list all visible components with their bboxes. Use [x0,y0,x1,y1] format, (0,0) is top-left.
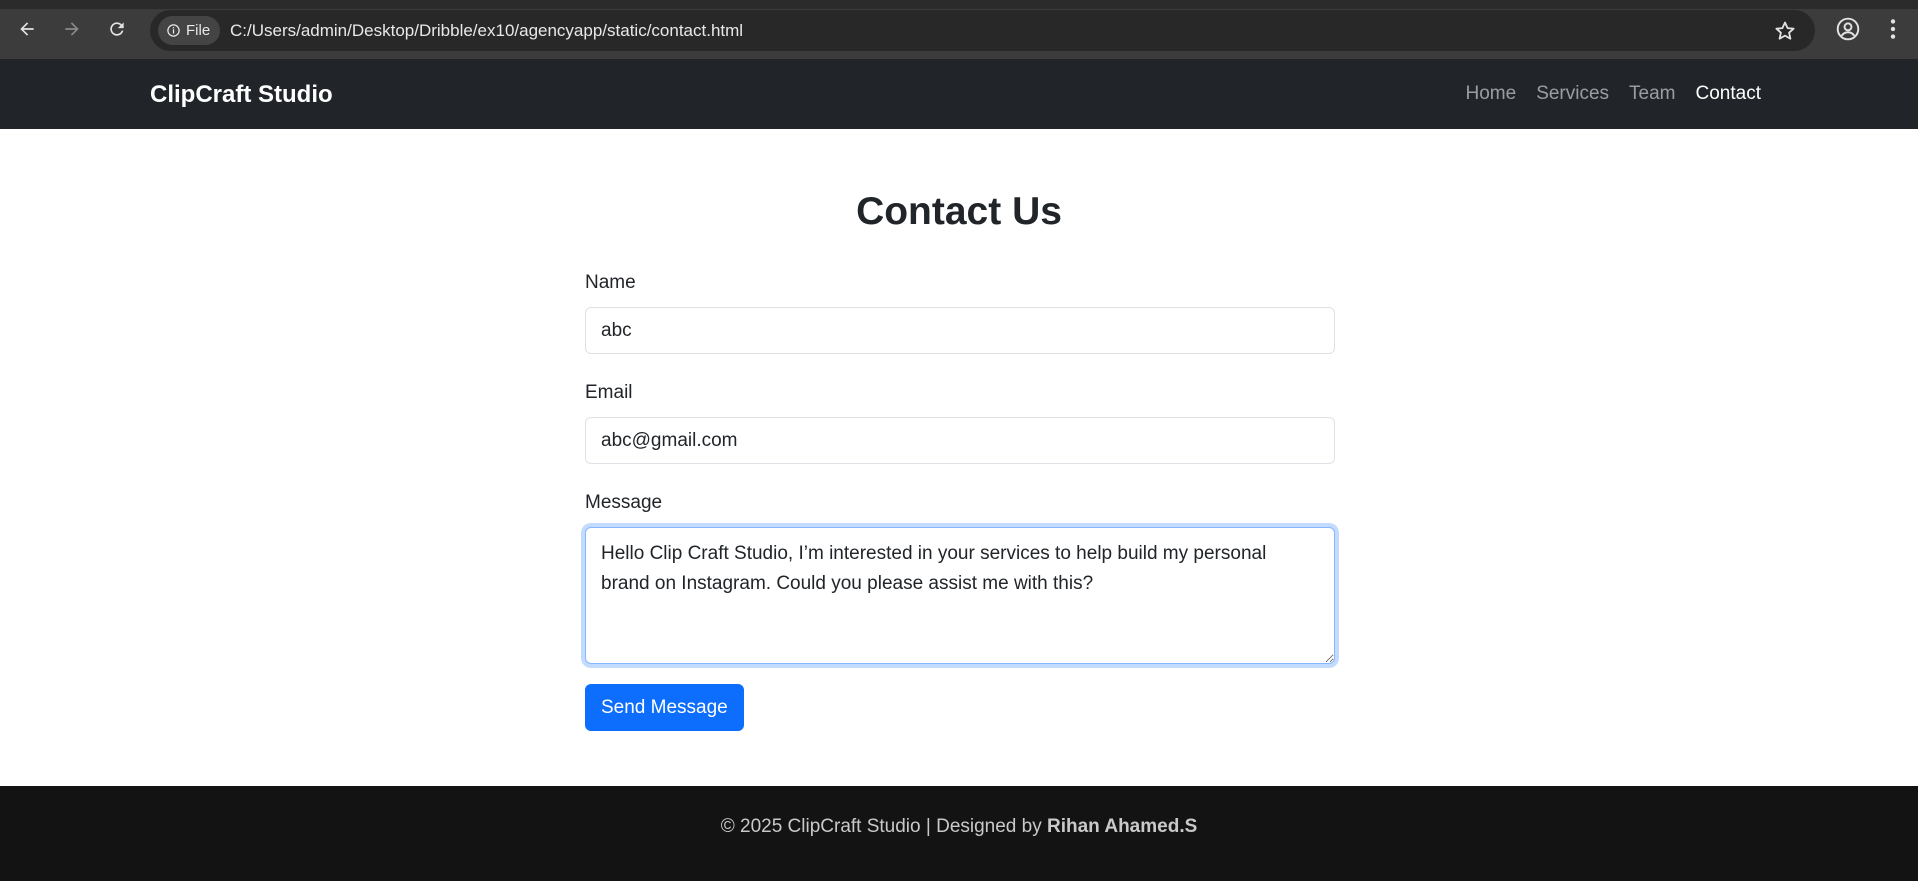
reload-button[interactable] [102,14,132,44]
address-bar[interactable]: File C:/Users/admin/Desktop/Dribble/ex10… [150,10,1815,51]
url-text[interactable]: C:/Users/admin/Desktop/Dribble/ex10/agen… [230,21,743,41]
back-button[interactable] [12,14,42,44]
site-navbar: ClipCraft Studio Home Services Team Cont… [0,59,1918,129]
nav-link-services[interactable]: Services [1536,83,1609,105]
footer-copyright: © 2025 ClipCraft Studio | Designed by Ri… [0,816,1918,838]
bookmark-star-icon[interactable] [1773,19,1797,43]
forward-button[interactable] [57,14,87,44]
contact-form: Name Email Message Hello Clip Craft Stud… [585,270,1335,731]
message-textarea[interactable]: Hello Clip Craft Studio, I’m interested … [585,527,1335,664]
site-footer: © 2025 ClipCraft Studio | Designed by Ri… [0,786,1918,881]
site-info-chip[interactable]: File [158,16,220,45]
message-label: Message [585,492,663,513]
browser-toolbar: File C:/Users/admin/Desktop/Dribble/ex10… [0,0,1918,59]
site-chip-label: File [186,22,211,39]
info-icon [167,24,180,37]
name-input[interactable] [585,307,1335,354]
arrow-left-icon [20,22,34,36]
footer-designer-name: Rihan Ahamed.S [1047,816,1198,837]
nav-link-home[interactable]: Home [1466,83,1517,105]
arrow-right-icon [65,22,79,36]
nav-link-team[interactable]: Team [1629,83,1675,105]
footer-text-prefix: © 2025 ClipCraft Studio | Designed by [720,816,1047,837]
tab-strip-edge [0,0,1918,9]
send-message-button[interactable]: Send Message [585,684,744,731]
name-label: Name [585,272,636,293]
nav-link-contact[interactable]: Contact [1696,83,1761,105]
profile-icon[interactable] [1835,16,1861,42]
page-title: Contact Us [856,190,1062,233]
more-menu-icon[interactable] [1880,16,1906,42]
email-input[interactable] [585,417,1335,464]
reload-icon [110,22,124,36]
email-label: Email [585,382,633,403]
nav-links: Home Services Team Contact [1466,83,1762,105]
brand-logo[interactable]: ClipCraft Studio [150,81,333,109]
